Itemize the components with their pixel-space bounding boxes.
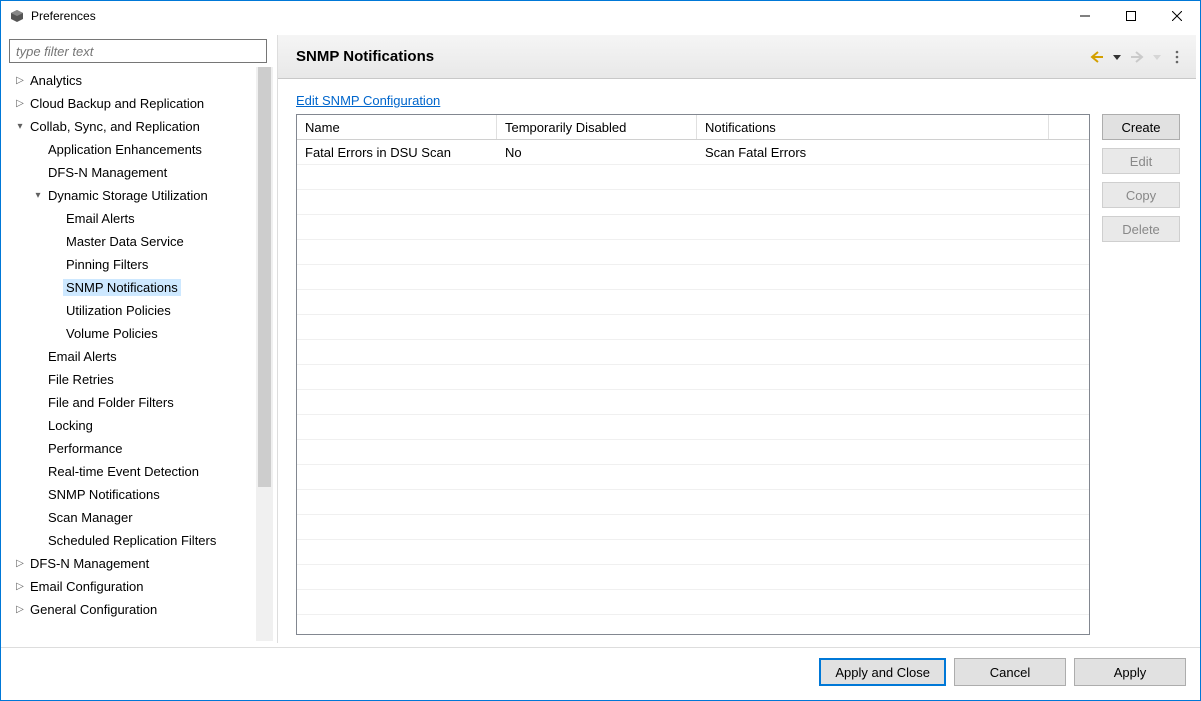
tree-item-realtime[interactable]: Real-time Event Detection [45,463,202,480]
content-header: SNMP Notifications [278,35,1196,79]
chevron-down-icon[interactable]: ▾ [31,190,45,201]
link-row: Edit SNMP Configuration [296,93,1180,108]
content-title: SNMP Notifications [296,48,1088,65]
footer: Apply and Close Cancel Apply [1,647,1200,700]
tree-item-master-data[interactable]: Master Data Service [63,233,187,250]
tree-item-utilization-policies[interactable]: Utilization Policies [63,302,174,319]
sidebar: ▷Analytics ▷Cloud Backup and Replication… [5,35,273,643]
table-row[interactable] [297,340,1089,365]
col-disabled[interactable]: Temporarily Disabled [497,115,697,139]
apply-button[interactable]: Apply [1074,658,1186,686]
col-name[interactable]: Name [297,115,497,139]
tree-item-locking[interactable]: Locking [45,417,96,434]
table-row[interactable] [297,390,1089,415]
chevron-right-icon[interactable]: ▷ [13,75,27,86]
main-area: ▷Analytics ▷Cloud Backup and Replication… [1,31,1200,647]
cancel-button[interactable]: Cancel [954,658,1066,686]
col-spacer [1049,115,1071,139]
back-arrow-icon[interactable] [1088,48,1106,66]
tree-item-scheduled-replication[interactable]: Scheduled Replication Filters [45,532,219,549]
table-row[interactable] [297,215,1089,240]
tree-item-email-alerts-dsu[interactable]: Email Alerts [63,210,138,227]
copy-button: Copy [1102,182,1180,208]
tree-scrollbar[interactable] [256,67,273,641]
tree-item-snmp[interactable]: SNMP Notifications [45,486,163,503]
cell-disabled: No [497,145,697,160]
chevron-right-icon[interactable]: ▷ [13,558,27,569]
content-pane: SNMP Notifications [277,35,1196,643]
col-notifications[interactable]: Notifications [697,115,1049,139]
tree-item-dsu[interactable]: Dynamic Storage Utilization [45,187,211,204]
create-button[interactable]: Create [1102,114,1180,140]
filter-box [9,39,267,63]
minimize-button[interactable] [1062,1,1108,31]
chevron-right-icon[interactable]: ▷ [13,581,27,592]
table-row[interactable] [297,165,1089,190]
table-row[interactable] [297,365,1089,390]
content-body: Edit SNMP Configuration Name Temporarily… [278,79,1196,643]
edit-snmp-config-link[interactable]: Edit SNMP Configuration [296,93,440,108]
chevron-right-icon[interactable]: ▷ [13,98,27,109]
table-row[interactable] [297,265,1089,290]
dropdown-arrow-icon[interactable] [1108,48,1126,66]
preferences-window: Preferences ▷Analy [0,0,1201,701]
table-row[interactable] [297,240,1089,265]
table-row[interactable] [297,190,1089,215]
tree-item-email-config[interactable]: Email Configuration [27,578,146,595]
window-controls [1062,1,1200,31]
edit-button: Edit [1102,148,1180,174]
table-row[interactable]: Fatal Errors in DSU Scan No Scan Fatal E… [297,140,1089,165]
table-row[interactable] [297,415,1089,440]
preferences-tree[interactable]: ▷Analytics ▷Cloud Backup and Replication… [7,67,273,641]
header-tools [1088,48,1186,66]
cell-name: Fatal Errors in DSU Scan [297,145,497,160]
tree-item-performance[interactable]: Performance [45,440,125,457]
tree-item-pinning-filters[interactable]: Pinning Filters [63,256,151,273]
side-buttons: Create Edit Copy Delete [1102,114,1180,635]
forward-arrow-icon[interactable] [1128,48,1146,66]
body: ▷Analytics ▷Cloud Backup and Replication… [1,31,1200,700]
close-button[interactable] [1154,1,1200,31]
maximize-button[interactable] [1108,1,1154,31]
table-row[interactable] [297,540,1089,565]
tree-item-dfsn-management[interactable]: DFS-N Management [45,164,170,181]
tree-item-file-retries[interactable]: File Retries [45,371,117,388]
tree-item-scan-manager[interactable]: Scan Manager [45,509,136,526]
tree-item-volume-policies[interactable]: Volume Policies [63,325,161,342]
tree-item-collab[interactable]: Collab, Sync, and Replication [27,118,203,135]
tree-item-email-alerts[interactable]: Email Alerts [45,348,120,365]
tree-item-snmp-dsu[interactable]: SNMP Notifications [63,279,181,296]
tree-item-analytics[interactable]: Analytics [27,72,85,89]
apply-and-close-button[interactable]: Apply and Close [819,658,946,686]
table-row[interactable] [297,440,1089,465]
chevron-down-icon[interactable]: ▾ [13,121,27,132]
tree-item-cloud-backup[interactable]: Cloud Backup and Replication [27,95,207,112]
table-row[interactable] [297,465,1089,490]
table-header: Name Temporarily Disabled Notifications [297,115,1089,140]
table-row[interactable] [297,290,1089,315]
table-row[interactable] [297,590,1089,615]
tree-item-dfsn-management-2[interactable]: DFS-N Management [27,555,152,572]
table-row[interactable] [297,490,1089,515]
tree-item-file-folder-filters[interactable]: File and Folder Filters [45,394,177,411]
table-body: Fatal Errors in DSU Scan No Scan Fatal E… [297,140,1089,634]
window-title: Preferences [31,9,1062,23]
table-row[interactable] [297,565,1089,590]
app-icon [9,8,25,24]
tree-item-app-enhancements[interactable]: Application Enhancements [45,141,205,158]
menu-dots-icon[interactable] [1168,48,1186,66]
chevron-right-icon[interactable]: ▷ [13,604,27,615]
table-row[interactable] [297,315,1089,340]
table-row[interactable] [297,515,1089,540]
scrollbar-thumb[interactable] [258,67,271,487]
delete-button: Delete [1102,216,1180,242]
notifications-table: Name Temporarily Disabled Notifications … [296,114,1090,635]
cell-notifications: Scan Fatal Errors [697,145,1049,160]
titlebar: Preferences [1,1,1200,31]
filter-input[interactable] [9,39,267,63]
dropdown-arrow-icon[interactable] [1148,48,1166,66]
tree-item-general-config[interactable]: General Configuration [27,601,160,618]
